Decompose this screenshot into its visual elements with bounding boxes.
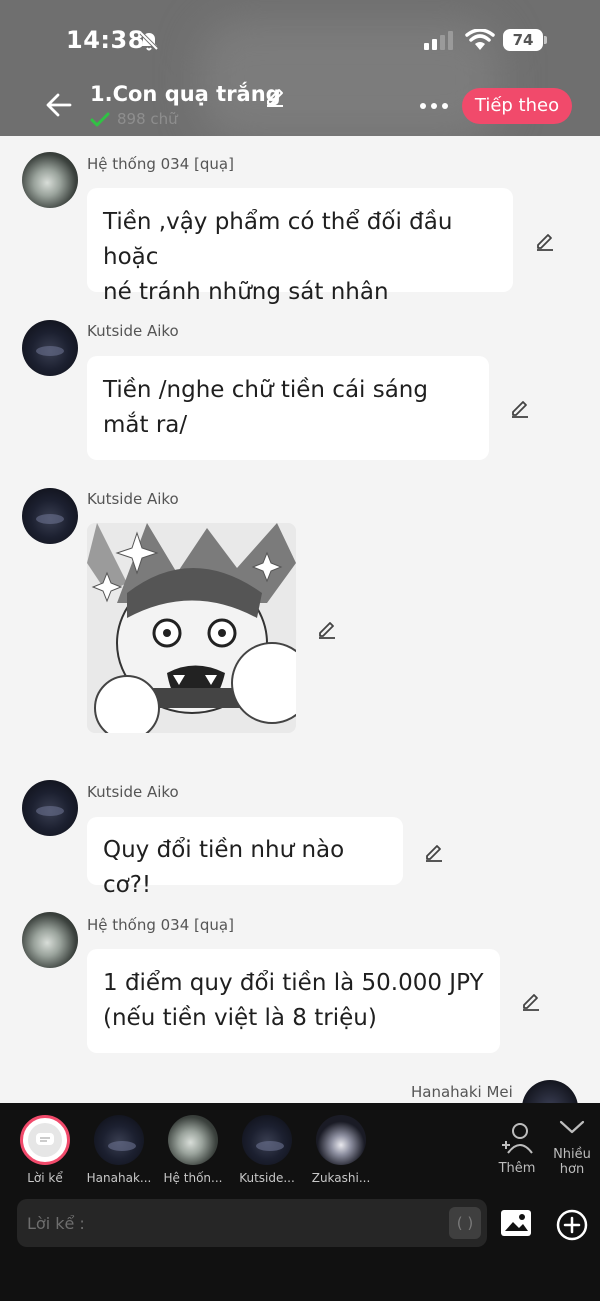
character-label: Zukashi... bbox=[311, 1171, 371, 1185]
word-count: 898 chữ bbox=[117, 110, 178, 128]
message-sender: Kutside Aiko bbox=[87, 490, 179, 508]
message-sender: Hệ thống 034 [quạ] bbox=[87, 155, 234, 173]
narrator-inner bbox=[28, 1123, 62, 1157]
message-text-line: Quy đổi tiền như nào cơ?! bbox=[103, 837, 345, 898]
character-narrator[interactable]: Lời kể bbox=[8, 1115, 82, 1185]
character-label: Lời kể bbox=[27, 1171, 63, 1185]
edit-message-icon[interactable] bbox=[509, 397, 531, 419]
avatar[interactable] bbox=[22, 320, 78, 376]
image-icon[interactable] bbox=[500, 1209, 532, 1237]
manga-image[interactable] bbox=[87, 523, 296, 733]
add-character-button[interactable]: Thêm bbox=[494, 1121, 540, 1176]
avatar[interactable] bbox=[22, 780, 78, 836]
character-he-thong[interactable]: Hệ thốn... bbox=[156, 1115, 230, 1185]
character-avatar bbox=[316, 1115, 366, 1165]
wifi-icon bbox=[465, 29, 495, 50]
character-label: Hanahak... bbox=[86, 1171, 152, 1185]
message-bubble[interactable]: 1 điểm quy đổi tiền là 50.000 JPY (nếu t… bbox=[87, 949, 500, 1053]
manga-illustration bbox=[87, 523, 296, 733]
message-text-line: né tránh những sát nhân bbox=[103, 279, 389, 305]
message-text-line: (nếu tiền việt là 8 triệu) bbox=[103, 1005, 377, 1031]
story-title[interactable]: 1.Con quạ trắng bbox=[90, 82, 281, 106]
more-tools-button[interactable]: Nhiều hơn bbox=[550, 1117, 594, 1177]
edit-message-icon[interactable] bbox=[316, 618, 338, 640]
plus-circle-icon[interactable] bbox=[556, 1209, 588, 1241]
chevron-down-icon bbox=[559, 1120, 585, 1134]
more-label-line: hơn bbox=[559, 1162, 585, 1177]
character-hanahaki[interactable]: Hanahak... bbox=[82, 1115, 156, 1185]
add-character-label: Thêm bbox=[498, 1161, 536, 1176]
message-text-line: mắt ra/ bbox=[103, 412, 188, 438]
avatar[interactable] bbox=[22, 912, 78, 968]
message-input[interactable] bbox=[27, 1199, 447, 1247]
edit-title-icon[interactable] bbox=[263, 84, 287, 108]
back-arrow-icon[interactable] bbox=[44, 90, 74, 120]
next-button[interactable]: Tiếp theo bbox=[462, 88, 572, 124]
character-avatar bbox=[168, 1115, 218, 1165]
narrator-avatar bbox=[20, 1115, 70, 1165]
character-label: Kutside... bbox=[239, 1171, 295, 1185]
character-avatar bbox=[94, 1115, 144, 1165]
signal-icon bbox=[424, 31, 453, 50]
composer-panel: Lời kể Hanahak... Hệ thốn... Kutside... … bbox=[0, 1103, 600, 1301]
message-text-line: Tiền ,vậy phẩm có thể đối đầu hoặc bbox=[103, 209, 453, 270]
message-text-line: 1 điểm quy đổi tiền là 50.000 JPY bbox=[103, 970, 484, 996]
message-bubble[interactable]: Quy đổi tiền như nào cơ?! bbox=[87, 817, 403, 898]
message-bubble[interactable]: Tiền /nghe chữ tiền cái sáng mắt ra/ bbox=[87, 356, 489, 460]
battery-tip bbox=[544, 36, 547, 44]
edit-message-icon[interactable] bbox=[423, 841, 445, 863]
message-composer: ( ) bbox=[17, 1199, 487, 1247]
edit-message-icon[interactable] bbox=[520, 990, 542, 1012]
character-avatar bbox=[242, 1115, 292, 1165]
speech-bubble-icon bbox=[36, 1133, 54, 1145]
character-zukashi[interactable]: Zukashi... bbox=[304, 1115, 378, 1185]
message-sender: Hệ thống 034 [quạ] bbox=[87, 916, 234, 934]
message-sender: Kutside Aiko bbox=[87, 783, 179, 801]
avatar[interactable] bbox=[22, 152, 78, 208]
battery-indicator: 74 bbox=[503, 29, 543, 51]
chat-header: 14:38 74 1.Con quạ trắng 898 chữ Tiếp th… bbox=[0, 0, 600, 136]
status-time: 14:38 bbox=[66, 26, 145, 54]
add-person-icon bbox=[502, 1123, 533, 1154]
character-label: Hệ thốn... bbox=[163, 1171, 223, 1185]
check-icon bbox=[90, 112, 110, 127]
bell-muted-icon bbox=[139, 31, 159, 51]
character-kutside[interactable]: Kutside... bbox=[230, 1115, 304, 1185]
edit-message-icon[interactable] bbox=[534, 230, 556, 252]
message-sender: Kutside Aiko bbox=[87, 322, 179, 340]
status-bar: 14:38 74 bbox=[0, 0, 600, 80]
parenthesis-button[interactable]: ( ) bbox=[449, 1207, 481, 1239]
message-bubble[interactable]: Tiền ,vậy phẩm có thể đối đầu hoặc né tr… bbox=[87, 188, 513, 305]
message-text-line: Tiền /nghe chữ tiền cái sáng bbox=[103, 377, 428, 403]
more-label-line: Nhiều bbox=[553, 1147, 591, 1162]
more-options-icon[interactable] bbox=[418, 96, 450, 116]
message-sender: Hanahaki Mei bbox=[411, 1083, 513, 1101]
avatar[interactable] bbox=[22, 488, 78, 544]
